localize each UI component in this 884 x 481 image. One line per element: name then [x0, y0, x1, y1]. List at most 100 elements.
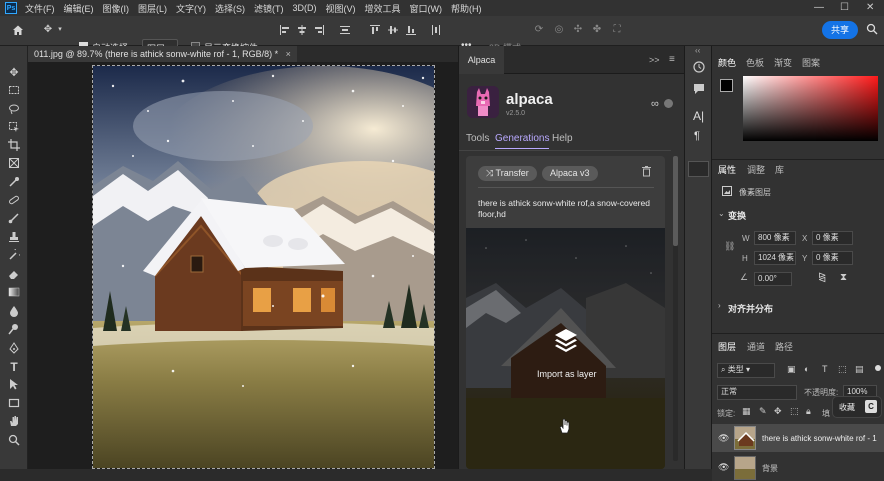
tab-tools[interactable]: Tools — [466, 133, 489, 144]
tab-help[interactable]: Help — [552, 133, 573, 144]
chevron-down-icon[interactable]: ▾ — [56, 24, 64, 36]
clone-stamp-tool-icon[interactable] — [7, 231, 21, 245]
collect-tooltip[interactable]: 收藏 C — [832, 396, 882, 418]
maximize-icon[interactable]: ☐ — [840, 2, 849, 13]
angle-field[interactable]: 0.00° — [754, 272, 792, 286]
share-button[interactable]: 共享 — [822, 21, 858, 39]
menu-type[interactable]: 文字(Y) — [176, 2, 206, 15]
tab-swatches[interactable]: 色板 — [746, 56, 764, 69]
menu-filter[interactable]: 滤镜(T) — [254, 2, 284, 15]
brush-tool-icon[interactable] — [7, 212, 21, 226]
alpaca-scrollbar[interactable] — [673, 156, 678, 461]
lock-transparent-icon[interactable]: ▦ — [742, 406, 751, 417]
align-left-icon[interactable] — [279, 24, 291, 36]
layer-filter-dropdown[interactable]: ⌕ 类型 ▾ — [717, 363, 775, 378]
import-as-layer-button[interactable]: Import as layer — [537, 369, 597, 379]
tab-channels[interactable]: 通道 — [747, 340, 765, 353]
character-panel-icon[interactable]: A| — [693, 109, 704, 123]
transform-section-title[interactable]: 变换 — [728, 209, 746, 222]
align-chevron-icon[interactable]: › — [718, 301, 721, 310]
align-right-icon[interactable] — [313, 24, 325, 36]
flip-vertical-icon[interactable]: ⧗ — [840, 272, 847, 283]
3d-scale-icon[interactable]: ⛶ — [611, 24, 623, 36]
menu-edit[interactable]: 编辑(E) — [64, 2, 94, 15]
tab-gradients[interactable]: 渐变 — [774, 56, 792, 69]
3d-roll-icon[interactable]: ◎ — [553, 24, 565, 36]
path-select-tool-icon[interactable] — [7, 378, 21, 392]
rectangle-tool-icon[interactable] — [7, 397, 21, 411]
layer-row[interactable]: 👁︎ 背景 — [712, 453, 884, 481]
transfer-chip[interactable]: ⤨ Transfer — [478, 166, 537, 181]
collapse-panel-icon[interactable]: >> — [649, 55, 660, 65]
link-icon[interactable]: ∞ — [651, 98, 659, 110]
align-middle-icon[interactable] — [387, 24, 399, 36]
3d-orbit-icon[interactable]: ⟳ — [533, 24, 545, 36]
lock-image-icon[interactable]: ✎ — [759, 406, 767, 417]
canvas-artwork-image[interactable] — [92, 65, 435, 469]
align-center-icon[interactable] — [296, 24, 308, 36]
move-tool-icon[interactable]: ✥ — [7, 66, 21, 80]
tab-libraries[interactable]: 库 — [775, 163, 784, 176]
color-picker-field[interactable] — [743, 76, 878, 141]
hand-tool-icon[interactable] — [7, 415, 21, 429]
close-tab-icon[interactable]: × — [286, 49, 291, 59]
history-brush-tool-icon[interactable] — [7, 246, 24, 263]
zoom-tool-icon[interactable] — [7, 434, 21, 448]
layer-name[interactable]: there is athick sonw-white rof - 1 — [762, 434, 877, 443]
tab-color[interactable]: 颜色 — [718, 56, 736, 69]
menu-help[interactable]: 帮助(H) — [451, 2, 482, 15]
healing-brush-tool-icon[interactable] — [7, 194, 21, 208]
menu-3d[interactable]: 3D(D) — [293, 3, 317, 13]
tab-patterns[interactable]: 图案 — [802, 56, 820, 69]
layers-import-icon[interactable] — [554, 328, 578, 354]
search-icon[interactable] — [866, 23, 878, 35]
visibility-eye-icon[interactable]: 👁︎ — [718, 433, 729, 444]
filter-pixel-icon[interactable]: ▣ — [787, 364, 796, 375]
menu-plugins[interactable]: 增效工具 — [365, 2, 401, 15]
trash-icon[interactable] — [642, 166, 651, 180]
frame-tool-icon[interactable] — [7, 157, 21, 171]
alpaca-panel-tab[interactable]: Alpaca — [459, 46, 504, 74]
move-tool-icon[interactable]: ✥ — [42, 24, 54, 36]
paragraph-panel-icon[interactable]: ¶ — [694, 130, 700, 142]
menu-view[interactable]: 视图(V) — [326, 2, 356, 15]
transform-chevron-icon[interactable]: ⌄ — [718, 209, 725, 218]
x-position-field[interactable]: 0 像素 — [812, 231, 853, 245]
foreground-color-swatch[interactable] — [720, 79, 733, 92]
align-bottom-icon[interactable] — [405, 24, 417, 36]
collapse-strip-icon[interactable]: ‹‹ — [695, 46, 700, 55]
lock-all-icon[interactable]: 🔒︎ — [806, 406, 811, 417]
pen-tool-icon[interactable] — [7, 342, 21, 356]
comment-panel-icon[interactable] — [692, 82, 706, 96]
align-top-icon[interactable] — [369, 24, 381, 36]
alpaca-scrollbar-thumb[interactable] — [673, 156, 678, 246]
visibility-eye-icon[interactable]: 👁︎ — [718, 462, 729, 473]
tab-paths[interactable]: 路径 — [775, 340, 793, 353]
tab-adjustments[interactable]: 调整 — [747, 163, 765, 176]
eyedropper-tool-icon[interactable] — [7, 176, 21, 190]
gradient-tool-icon[interactable] — [7, 286, 21, 300]
align-distribute-section-title[interactable]: 对齐并分布 — [728, 302, 773, 315]
flip-horizontal-icon[interactable]: ⧎ — [818, 272, 826, 283]
crop-tool-icon[interactable] — [7, 139, 21, 153]
object-select-tool-icon[interactable] — [7, 121, 21, 135]
width-field[interactable]: 800 像素 — [754, 231, 796, 245]
menu-window[interactable]: 窗口(W) — [410, 2, 443, 15]
menu-select[interactable]: 选择(S) — [215, 2, 245, 15]
eraser-tool-icon[interactable] — [7, 268, 21, 282]
swatch-panel-icon[interactable] — [688, 161, 709, 177]
home-icon[interactable] — [12, 24, 24, 36]
3d-pan-icon[interactable]: ✣ — [572, 24, 584, 36]
model-chip[interactable]: Alpaca v3 — [542, 166, 598, 181]
y-position-field[interactable]: 0 像素 — [812, 251, 853, 265]
filter-type-icon[interactable]: T — [822, 364, 828, 374]
menu-file[interactable]: 文件(F) — [25, 2, 55, 15]
blend-mode-dropdown[interactable]: 正常 — [717, 385, 797, 400]
history-panel-icon[interactable] — [692, 60, 706, 74]
lasso-tool-icon[interactable] — [7, 103, 21, 117]
filter-adjustment-icon[interactable]: ◐ — [804, 364, 809, 374]
tab-properties[interactable]: 属性 — [718, 163, 736, 176]
tab-generations[interactable]: Generations — [495, 133, 550, 149]
lock-position-icon[interactable]: ✥ — [774, 406, 782, 417]
minimize-icon[interactable]: — — [814, 2, 824, 13]
